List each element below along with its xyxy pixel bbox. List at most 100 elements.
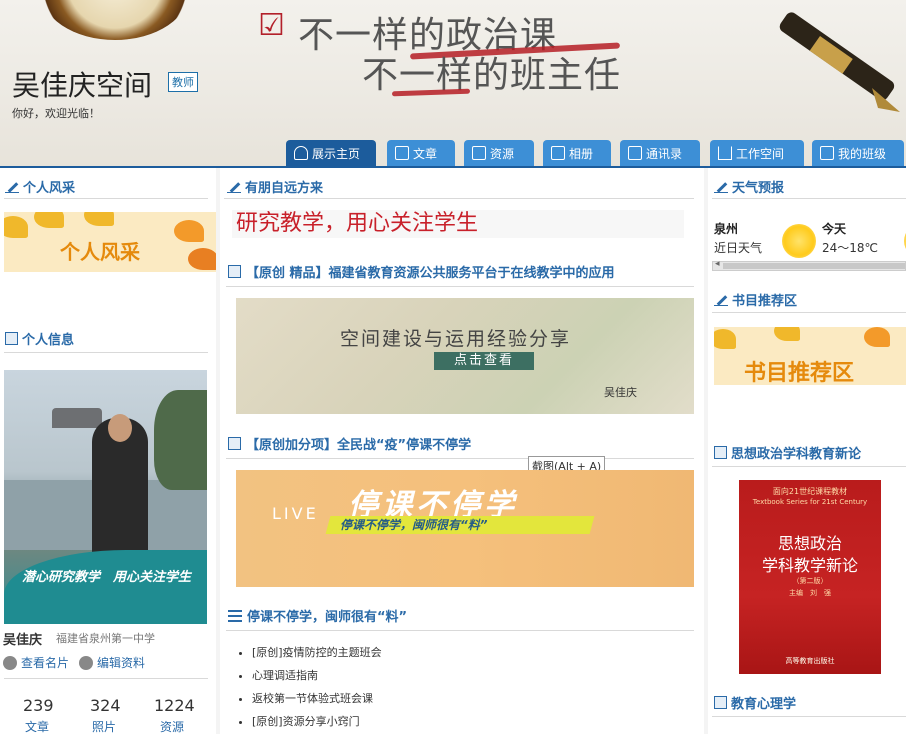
book-title-line2: 学科教学新论 (761, 556, 858, 575)
pencil-icon (227, 180, 241, 194)
divider (4, 352, 208, 353)
list-item[interactable]: 心理调适指南 (252, 667, 382, 683)
page: ☑ 不一样的政治课 不一样的班主任 吴佳庆空间 教师 你好，欢迎光临！ 展示主页… (0, 0, 906, 734)
section-title: 天气预报 (732, 181, 785, 196)
view-card-link[interactable]: 查看名片 (3, 654, 69, 671)
tab-workspace[interactable]: 工作空间 (710, 140, 804, 166)
pencil-icon (714, 293, 728, 307)
article-icon (228, 437, 241, 450)
stat-resources-label[interactable]: 资源 (160, 718, 184, 734)
book-icon (714, 446, 727, 459)
divider (4, 678, 208, 679)
edit-icon (79, 655, 93, 670)
stat-photos-count: 324 (90, 696, 121, 715)
tab-resources[interactable]: 资源 (464, 140, 534, 166)
stop-class-card[interactable]: LIVE 停课不停学 停课不停学，闽师很有“料” (236, 470, 694, 587)
book-title-line1: 思想政治 (777, 534, 842, 553)
pencil-icon (5, 180, 19, 194)
stat-resources-count: 1224 (154, 696, 195, 715)
article-icon (228, 265, 241, 278)
checkmark-icon: ☑ (258, 8, 285, 43)
middle-column: 有朋自远方来 研究教学，用心关注学生 【原创 精品】福建省教育资源公共服务平台于… (220, 168, 704, 734)
tab-label: 相册 (569, 146, 594, 161)
person-head (108, 414, 132, 442)
section-book-title[interactable]: 思想政治学科教育新论 (714, 443, 861, 462)
weather-scrollbar[interactable]: ◂ (712, 259, 906, 271)
list-icon (228, 609, 242, 622)
section-psychology[interactable]: 教育心理学 (714, 693, 796, 712)
contacts-icon (628, 146, 642, 160)
welcome-text: 你好，欢迎光临！ (12, 107, 100, 120)
book-series: 面向21世纪课程教材 (772, 487, 848, 496)
ginkgo-leaf (4, 216, 28, 238)
link-label: 编辑资料 (97, 656, 146, 670)
ginkgo-leaf (84, 212, 114, 226)
weather-city: 泉州 (714, 222, 739, 236)
document-icon (395, 146, 409, 160)
book-author: 主编 刘 强 (789, 589, 831, 597)
person-icon (294, 146, 308, 160)
profile-photo: 潜心研究教学 用心关注学生 (4, 370, 207, 624)
divider (712, 716, 906, 717)
tab-articles[interactable]: 文章 (387, 140, 455, 166)
user-icon (3, 655, 17, 670)
click-view-button[interactable]: 点击查看 (434, 352, 534, 370)
personal-style-banner[interactable]: 个人风采 (4, 212, 216, 272)
photo-caption: 潜心研究教学 用心关注学生 (22, 570, 192, 585)
section-title: 停课不停学，闽师很有“料” (247, 610, 408, 625)
book-cover[interactable]: 面向21世纪课程教材 Textbook Series for 21st Cent… (739, 480, 881, 674)
list-item[interactable]: 返校第一节体验式班会课 (252, 690, 382, 706)
divider (712, 312, 906, 313)
tab-label: 资源 (490, 146, 515, 161)
ginkgo-leaf (774, 327, 800, 341)
book-icon (714, 696, 727, 709)
card-subtitle: 停课不停学，闽师很有“料” (340, 518, 488, 532)
pavilion (52, 408, 102, 428)
stat-articles-label[interactable]: 文章 (25, 718, 49, 734)
section-title: 书目推荐区 (732, 294, 798, 309)
ginkgo-leaf (714, 329, 736, 349)
ginkgo-leaf (864, 327, 890, 347)
stat-photos-label[interactable]: 照片 (92, 718, 116, 734)
site-title: 吴佳庆空间 (12, 69, 153, 102)
weather-temp: 24～18℃ (822, 241, 879, 255)
article-title-1[interactable]: 【原创 精品】福建省教育资源公共服务平台于在线教学中的应用 (228, 262, 615, 281)
fountain-pen-image (779, 12, 900, 112)
book-recommend-banner[interactable]: 书目推荐区 (714, 327, 906, 385)
list-item[interactable]: [原创]资源分享小窍门 (252, 713, 382, 729)
pencil-icon (714, 180, 728, 194)
tab-my-class[interactable]: 我的班级 (812, 140, 904, 166)
tab-label: 我的班级 (838, 146, 887, 161)
tab-contacts[interactable]: 通讯录 (620, 140, 700, 166)
section-title: 教育心理学 (731, 697, 797, 712)
tab-label: 通讯录 (646, 146, 683, 161)
article-title-2[interactable]: 【原创加分项】全民战“疫”停课不停学 (228, 434, 471, 453)
tab-label: 文章 (413, 146, 438, 161)
ginkgo-leaf (188, 248, 216, 270)
book-edition: （第二版） (792, 577, 828, 585)
divider (226, 458, 694, 459)
caption-band (4, 550, 207, 624)
scroll-thumb[interactable] (723, 263, 905, 269)
main-nav: 展示主页 文章 资源 相册 通讯录 工作空间 我的班级 (0, 140, 906, 168)
list-item[interactable]: [原创]疫情防控的主题班会 (252, 644, 382, 660)
divider (712, 198, 906, 199)
edit-profile-link[interactable]: 编辑资料 (79, 654, 145, 671)
tab-label: 展示主页 (312, 146, 361, 161)
card-author: 吴佳庆 (604, 386, 637, 399)
card-title: 空间建设与运用经验分享 (340, 328, 572, 350)
list-section-title: 停课不停学，闽师很有“料” (228, 606, 407, 625)
section-title: 个人信息 (22, 333, 75, 348)
experience-share-card[interactable]: 空间建设与运用经验分享 点击查看 吴佳庆 (236, 298, 694, 414)
right-column: 天气预报 泉州 近日天气 今天 24～18℃ ◂ 书目推荐区 书目推荐区 思想政… (708, 168, 906, 734)
article-list: [原创]疫情防控的主题班会 心理调适指南 返校第一节体验式班会课 [原创]资源分… (252, 644, 382, 734)
weather-recent: 近日天气 (714, 241, 763, 255)
divider (226, 286, 694, 287)
left-column: 个人风采 个人风采 个人信息 潜心研究教学 用心关注学生 吴佳庆 福建省泉州第一… (0, 168, 216, 734)
book-series-en: Textbook Series for 21st Century (752, 498, 868, 506)
tab-home[interactable]: 展示主页 (286, 140, 376, 166)
divider (712, 466, 906, 467)
article-title-text: 【原创加分项】全民战“疫”停课不停学 (246, 438, 472, 453)
folder-icon (820, 146, 834, 160)
tab-album[interactable]: 相册 (543, 140, 611, 166)
